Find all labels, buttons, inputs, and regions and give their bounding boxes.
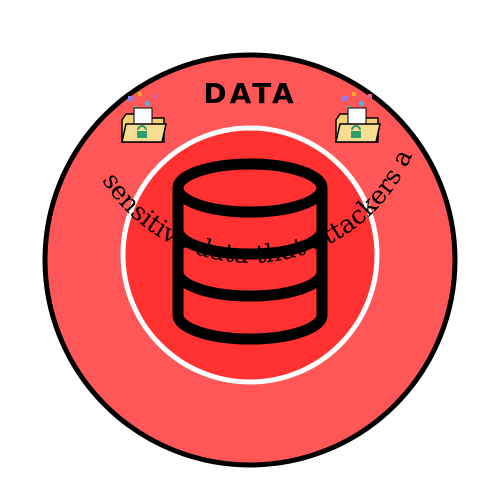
data-badge: DATA Represents sensitive data that atta… [0, 0, 500, 500]
badge-graphic: DATA Represents sensitive data that atta… [0, 0, 458, 468]
badge-title: DATA [203, 77, 296, 110]
